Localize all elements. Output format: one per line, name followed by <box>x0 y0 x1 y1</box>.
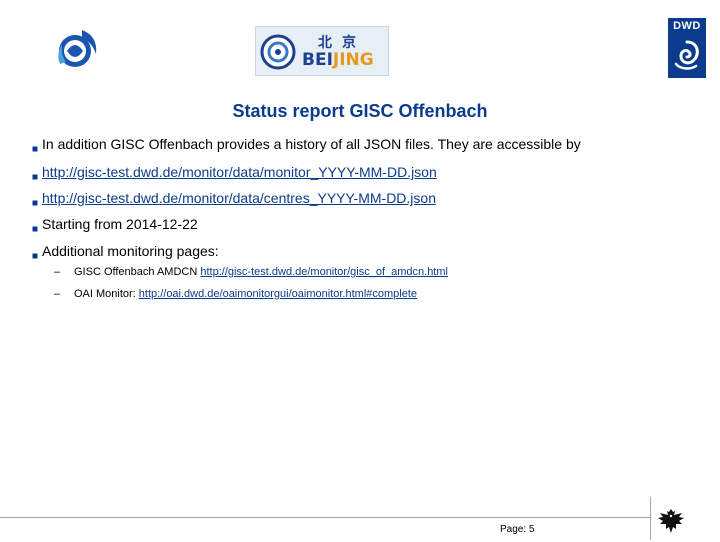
footer-vertical-divider <box>650 497 651 540</box>
square-bullet-icon <box>32 146 38 152</box>
page-number: Page: 5 <box>500 524 535 535</box>
bullet-marker <box>31 140 39 152</box>
sub-item-label: OAI Monitor: <box>74 288 139 300</box>
beijing-chinese-text: 北京 <box>318 34 366 50</box>
sub-item-oai-monitor: OAI Monitor: http://oai.dwd.de/oaimonito… <box>74 288 417 300</box>
federal-eagle-logo <box>655 505 687 537</box>
beijing-english-text: BEIJING <box>302 50 374 70</box>
centres-json-link[interactable]: http://gisc-test.dwd.de/monitor/data/cen… <box>42 190 436 206</box>
amdcn-link[interactable]: http://gisc-test.dwd.de/monitor/gisc_of_… <box>200 266 448 278</box>
sub-item-dash: – <box>54 266 61 278</box>
wmo-emblem-icon <box>58 30 97 67</box>
sub-item-dash: – <box>54 288 61 300</box>
wmo-logo <box>52 24 102 74</box>
footer-divider <box>0 517 650 518</box>
oai-monitor-link[interactable]: http://oai.dwd.de/oaimonitorgui/oaimonit… <box>139 288 417 300</box>
square-bullet-icon <box>32 253 38 259</box>
square-bullet-icon <box>32 226 38 232</box>
bullet-marker <box>31 247 39 259</box>
bullet-text-json-history: In addition GISC Offenbach provides a hi… <box>42 136 581 152</box>
dwd-logo-text: DWD <box>673 20 701 32</box>
bullet-text-start-date: Starting from 2014-12-22 <box>42 216 198 232</box>
bullet-marker <box>31 220 39 232</box>
dwd-swirl-icon <box>674 40 699 70</box>
cma-emblem-icon <box>260 34 296 70</box>
sub-item-amdcn: GISC Offenbach AMDCN http://gisc-test.dw… <box>74 266 448 278</box>
eagle-icon <box>658 509 684 533</box>
monitor-json-link[interactable]: http://gisc-test.dwd.de/monitor/data/mon… <box>42 164 437 180</box>
sub-item-label: GISC Offenbach AMDCN <box>74 266 201 278</box>
square-bullet-icon <box>32 200 38 206</box>
bullet-marker <box>31 168 39 180</box>
bullet-text-additional-pages: Additional monitoring pages: <box>42 243 219 259</box>
beijing-logo: 北京 BEIJING <box>255 26 389 76</box>
dwd-logo: DWD <box>668 18 706 78</box>
page-title: Status report GISC Offenbach <box>232 101 488 121</box>
bullet-marker <box>31 194 39 206</box>
square-bullet-icon <box>32 174 38 180</box>
